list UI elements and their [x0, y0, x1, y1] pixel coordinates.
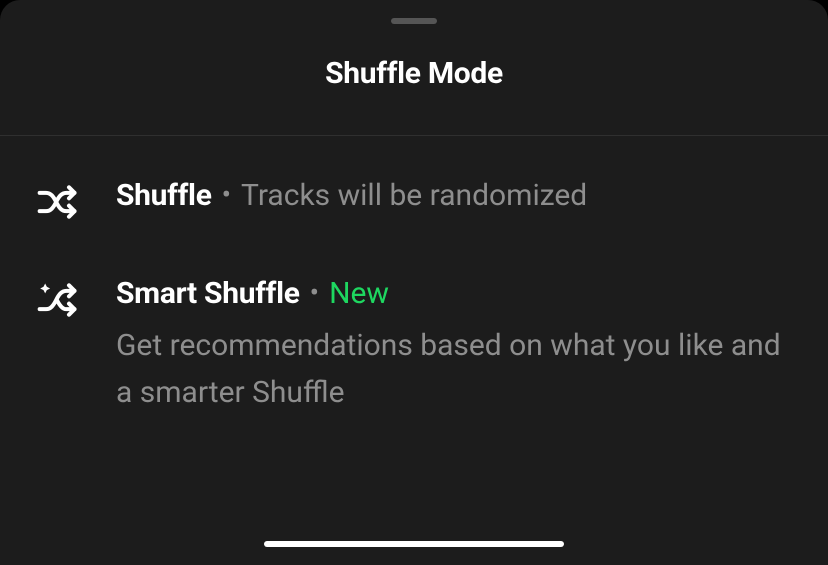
option-text: Smart Shuffle • New Get recommendations …	[116, 274, 794, 416]
separator-dot: •	[222, 177, 231, 213]
option-title: Smart Shuffle	[116, 274, 300, 313]
options-list: Shuffle • Tracks will be randomized Smar	[0, 136, 828, 464]
option-text: Shuffle • Tracks will be randomized	[116, 176, 794, 215]
badge-new: New	[329, 274, 389, 313]
option-header: Smart Shuffle • New	[116, 274, 794, 313]
sheet-title: Shuffle Mode	[0, 56, 828, 91]
option-inline-desc: Tracks will be randomized	[241, 176, 587, 215]
option-desc: Get recommendations based on what you li…	[116, 323, 794, 416]
option-smart-shuffle[interactable]: Smart Shuffle • New Get recommendations …	[34, 274, 794, 416]
bottom-sheet: Shuffle Mode Shuffle • Tracks will be ra…	[0, 0, 828, 565]
separator-dot: •	[310, 275, 319, 311]
option-header: Shuffle • Tracks will be randomized	[116, 176, 794, 215]
option-shuffle[interactable]: Shuffle • Tracks will be randomized	[34, 176, 794, 226]
option-title: Shuffle	[116, 176, 212, 215]
home-indicator[interactable]	[264, 541, 564, 547]
shuffle-icon	[34, 178, 82, 226]
sheet-header: Shuffle Mode	[0, 24, 828, 135]
smart-shuffle-icon	[34, 276, 82, 324]
